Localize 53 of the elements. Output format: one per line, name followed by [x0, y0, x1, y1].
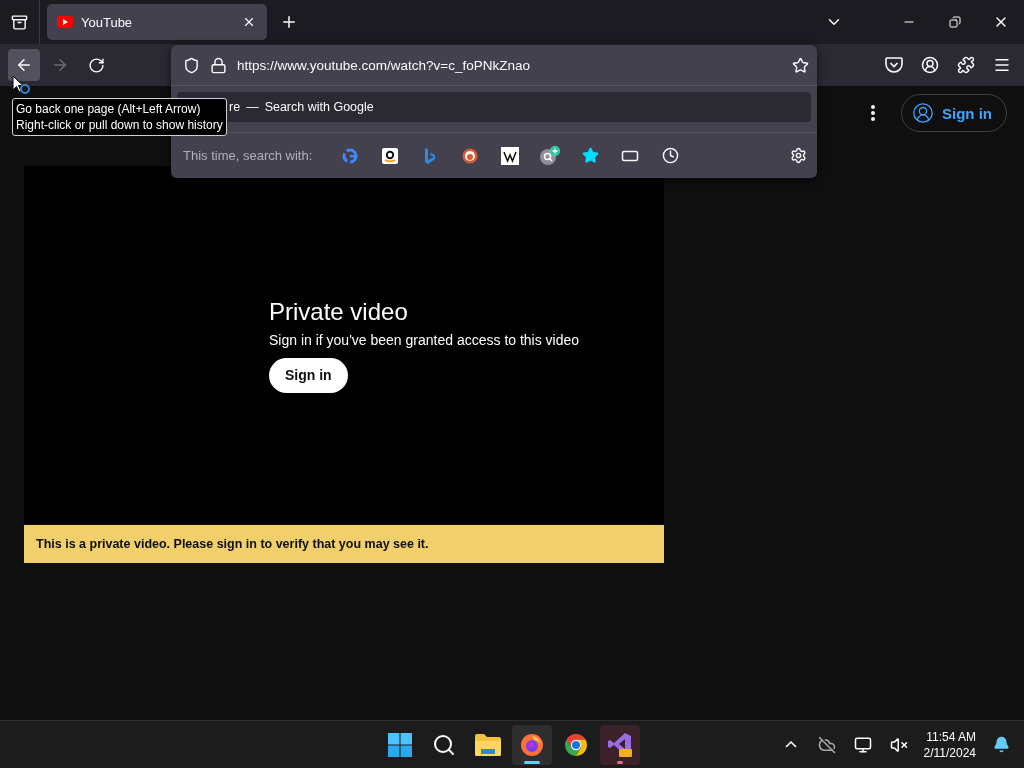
star-icon — [581, 147, 599, 164]
clock[interactable]: 11:54 AM 2/11/2024 — [919, 728, 980, 761]
bookmark-star-icon[interactable] — [792, 56, 809, 74]
taskbar-app[interactable] — [512, 724, 552, 765]
search-engine-icon — [342, 147, 359, 164]
browser-icon — [520, 732, 544, 757]
tab-title: YouTube — [81, 14, 134, 30]
monitor-icon — [853, 735, 872, 754]
user-icon — [921, 56, 939, 74]
folder-icon — [475, 733, 501, 756]
video-message: Sign in if you've been granted access to this video — [269, 331, 581, 348]
search-engine-icon — [501, 146, 520, 165]
puzzle-icon — [957, 56, 975, 74]
menu-icon — [993, 56, 1011, 74]
mouse-cursor-icon — [12, 75, 30, 95]
browser-icon — [564, 732, 588, 757]
back-button[interactable] — [8, 49, 40, 81]
video-title: Private video — [269, 297, 409, 326]
taskbar-app[interactable] — [600, 724, 640, 765]
sign-in-button[interactable]: Sign in — [269, 357, 348, 393]
close-icon — [242, 15, 256, 29]
volume-muted-icon — [889, 735, 908, 754]
video-logo-icon — [57, 16, 73, 28]
windows-icon — [388, 732, 412, 757]
running-indicator — [524, 760, 540, 764]
browser-tab[interactable]: YouTube — [47, 4, 267, 40]
search-engine-icon — [423, 146, 438, 165]
bell-icon — [992, 736, 1010, 753]
search-with-label: This time, search with: — [183, 148, 313, 163]
running-indicator — [617, 760, 623, 764]
restore-icon — [949, 16, 961, 28]
suggestion-query: re — [229, 100, 241, 114]
shield-icon — [183, 56, 200, 74]
cloud-off-icon — [817, 735, 836, 754]
more-icon — [871, 105, 875, 121]
clock-icon — [661, 147, 679, 164]
suggestion-separator: — — [246, 100, 259, 114]
search-icon — [432, 732, 456, 757]
archive-icon — [11, 13, 28, 31]
visual-studio-icon — [607, 731, 633, 758]
user-icon — [912, 102, 934, 124]
search-engine-icon — [462, 147, 479, 164]
warning-banner: This is a private video. Please sign in to verify that you may see it. — [24, 525, 664, 563]
settings-icon[interactable] — [790, 147, 807, 164]
arrow-right-icon — [51, 56, 69, 74]
suggestion-action: Search with Google — [264, 100, 374, 114]
lock-icon — [210, 56, 227, 74]
reload-icon — [87, 56, 105, 74]
add-search-engine-icon — [539, 145, 562, 166]
chevron-up-icon — [784, 741, 797, 748]
search-engine-icon — [382, 147, 399, 164]
plus-icon — [280, 13, 298, 31]
pocket-icon — [885, 57, 903, 73]
